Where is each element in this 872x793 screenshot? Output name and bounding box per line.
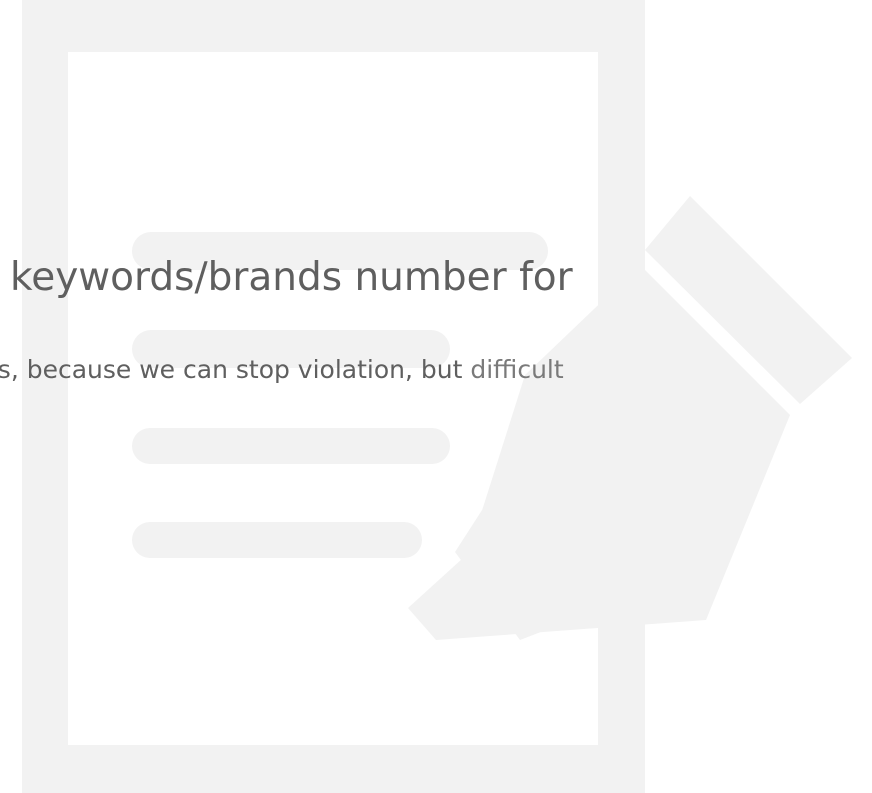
- body-text-trailing: difficult: [470, 355, 564, 384]
- article-viewport: keywords/brands number for ts, because w…: [0, 0, 872, 793]
- body-text: ts, because we can stop violation, but: [0, 355, 463, 384]
- document-with-pen-icon: [22, 0, 852, 793]
- headline-text: keywords/brands number for: [10, 255, 573, 300]
- body-text-line: ts, because we can stop violation, but d…: [0, 350, 564, 390]
